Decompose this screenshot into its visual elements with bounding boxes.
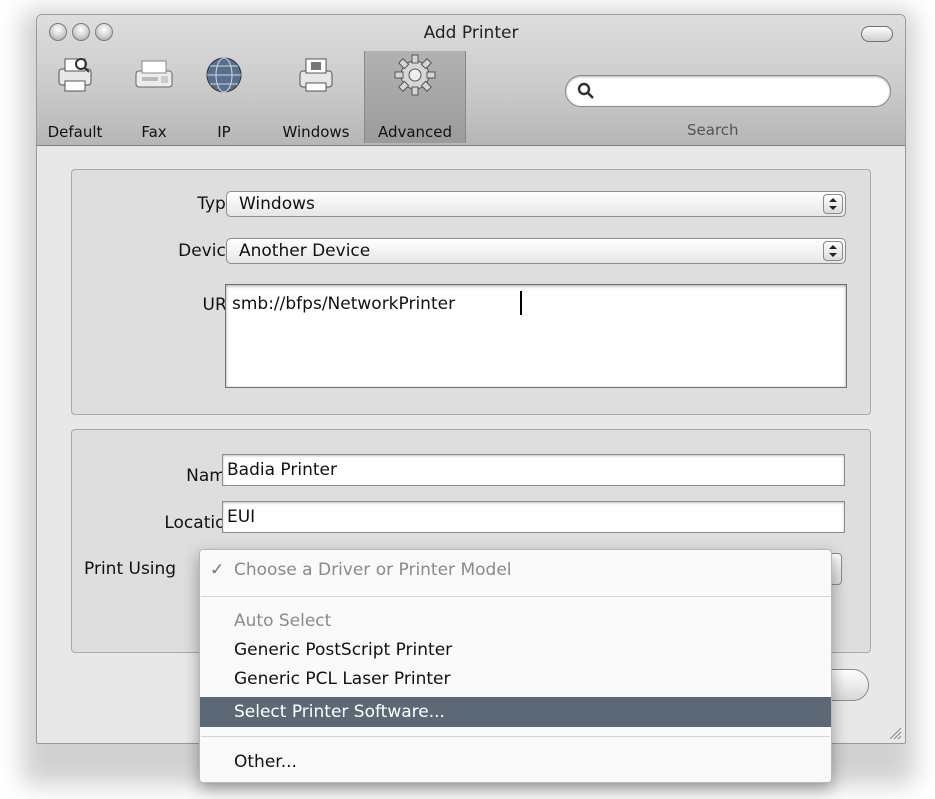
url-field[interactable]: smb://bfps/NetworkPrinter bbox=[225, 284, 847, 388]
search-field[interactable] bbox=[565, 75, 891, 107]
connection-group: Type: Windows Device: Another Device URL… bbox=[71, 169, 871, 415]
url-value: smb://bfps/NetworkPrinter bbox=[232, 294, 456, 314]
location-value: EUI bbox=[227, 507, 256, 527]
print-using-menu: ✓ Choose a Driver or Printer Model Auto … bbox=[199, 549, 832, 783]
type-value: Windows bbox=[239, 194, 315, 214]
popup-arrows-icon bbox=[823, 241, 843, 261]
menu-item-auto-select: Auto Select bbox=[200, 609, 831, 633]
menu-item-generic-postscript[interactable]: Generic PostScript Printer bbox=[200, 638, 831, 662]
search-input[interactable] bbox=[598, 80, 882, 104]
titlebar-toolbar: Add Printer Default Fax IP Windows Advan… bbox=[37, 15, 905, 146]
menu-item-choose-driver[interactable]: ✓ Choose a Driver or Printer Model bbox=[200, 558, 831, 582]
fax-icon bbox=[135, 60, 173, 88]
toolbar-fax[interactable]: Fax bbox=[129, 51, 179, 143]
search-icon bbox=[577, 82, 594, 99]
default-printer-icon bbox=[58, 58, 92, 92]
checkmark-icon: ✓ bbox=[210, 560, 225, 580]
toolbar-label: Default bbox=[47, 123, 103, 141]
ip-globe-icon bbox=[206, 57, 242, 93]
search-label: Search bbox=[687, 121, 739, 139]
toolbar-advanced[interactable]: Advanced bbox=[364, 51, 466, 143]
toolbar-label: Fax bbox=[141, 123, 167, 141]
menu-item-label: Auto Select bbox=[234, 611, 332, 631]
toolbar-ip[interactable]: IP bbox=[199, 51, 249, 143]
menu-item-other[interactable]: Other... bbox=[200, 750, 831, 774]
advanced-gear-icon bbox=[394, 54, 436, 96]
toolbar-windows[interactable]: Windows bbox=[271, 51, 361, 143]
type-popup[interactable]: Windows bbox=[226, 191, 846, 217]
menu-item-label: Generic PostScript Printer bbox=[234, 640, 453, 660]
menu-separator bbox=[201, 736, 830, 737]
popup-arrows-icon bbox=[823, 194, 843, 214]
menu-item-generic-pcl[interactable]: Generic PCL Laser Printer bbox=[200, 667, 831, 691]
menu-separator bbox=[201, 596, 830, 597]
name-value: Badia Printer bbox=[227, 460, 337, 480]
menu-item-label: Generic PCL Laser Printer bbox=[234, 669, 451, 689]
toolbar-label: Advanced bbox=[377, 123, 453, 141]
toolbar-label: Windows bbox=[282, 123, 350, 141]
text-caret bbox=[520, 291, 522, 315]
name-field[interactable]: Badia Printer bbox=[222, 454, 845, 486]
menu-item-label: Other... bbox=[234, 752, 297, 772]
location-field[interactable]: EUI bbox=[222, 501, 845, 533]
menu-item-label: Select Printer Software... bbox=[234, 702, 445, 722]
device-value: Another Device bbox=[239, 241, 371, 261]
window-title: Add Printer bbox=[423, 23, 519, 43]
windows-printer-icon bbox=[299, 58, 333, 92]
toolbar-toggle-button[interactable] bbox=[861, 26, 893, 42]
resize-grip-icon[interactable] bbox=[886, 724, 902, 740]
print-using-label: Print Using bbox=[84, 559, 177, 579]
menu-item-select-printer-software[interactable]: Select Printer Software... bbox=[200, 697, 831, 727]
toolbar-default[interactable]: Default bbox=[39, 51, 111, 143]
device-popup[interactable]: Another Device bbox=[226, 238, 846, 264]
menu-item-label: Choose a Driver or Printer Model bbox=[234, 560, 512, 580]
toolbar-label: IP bbox=[217, 123, 231, 141]
